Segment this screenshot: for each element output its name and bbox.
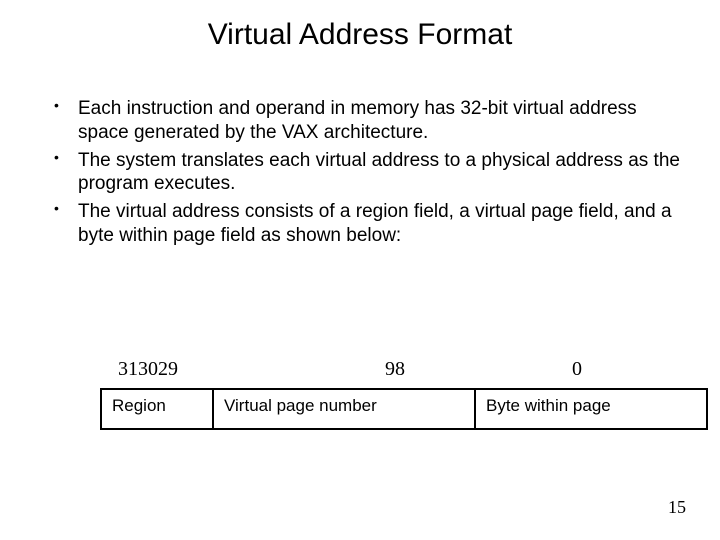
- address-format-table: Region Virtual page number Byte within p…: [100, 388, 640, 430]
- bullet-item: Each instruction and operand in memory h…: [40, 97, 680, 145]
- bit-label-mid: 98: [385, 358, 405, 381]
- field-region: Region: [101, 389, 213, 429]
- slide: Virtual Address Format Each instruction …: [0, 0, 720, 540]
- bullet-item: The system translates each virtual addre…: [40, 149, 680, 197]
- page-number: 15: [668, 497, 686, 518]
- field-virtual-page-number: Virtual page number: [213, 389, 475, 429]
- bullet-item: The virtual address consists of a region…: [40, 200, 680, 248]
- bit-label-low: 0: [572, 358, 582, 381]
- field-byte-within-page: Byte within page: [475, 389, 707, 429]
- bit-label-high: 313029: [118, 358, 178, 381]
- bullet-list: Each instruction and operand in memory h…: [40, 97, 680, 248]
- slide-title: Virtual Address Format: [0, 0, 720, 52]
